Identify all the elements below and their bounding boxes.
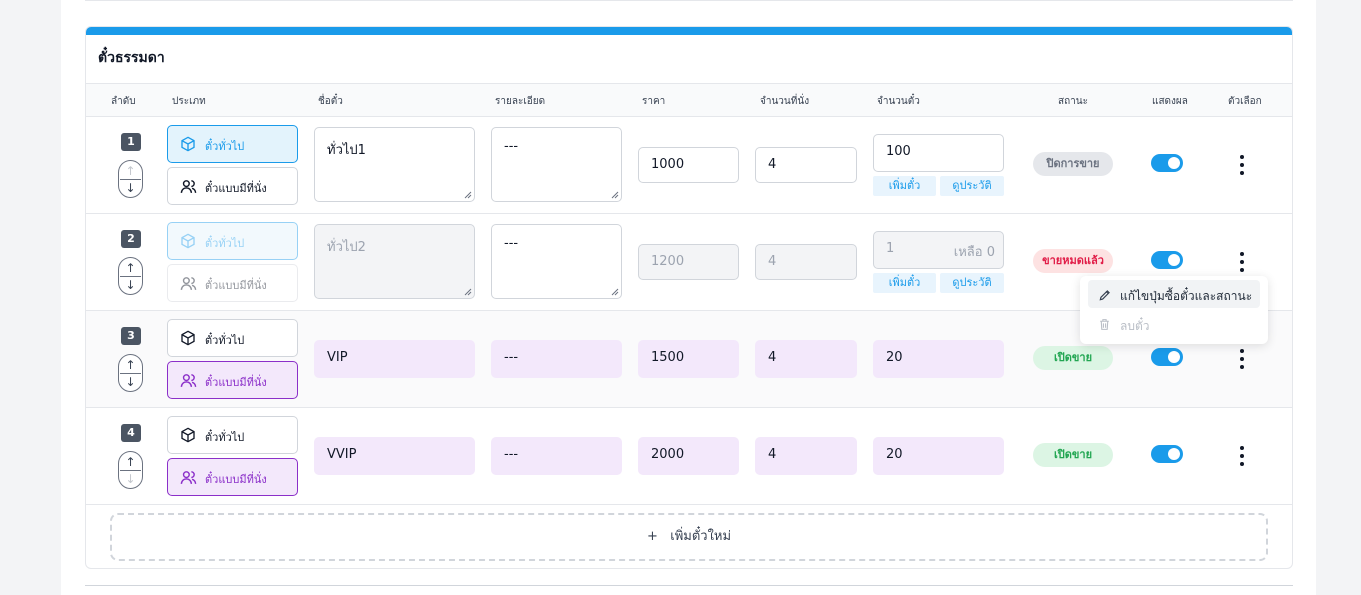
row-options-menu: แก้ไขปุ่มซื้อตั๋วและสถานะ ลบตั๋ว bbox=[1080, 276, 1268, 344]
trash-icon bbox=[1100, 319, 1109, 330]
price-input[interactable]: 1500 bbox=[638, 340, 739, 378]
box-icon bbox=[181, 136, 195, 152]
box-icon bbox=[181, 427, 195, 443]
type-option-general[interactable]: ตั๋วทั่วไป bbox=[167, 125, 298, 163]
type-option-general: ตั๋วทั่วไป bbox=[167, 222, 298, 260]
view-history-button[interactable]: ดูประวัติ bbox=[940, 176, 1004, 196]
menu-item-delete: ลบตั๋ว bbox=[1088, 310, 1260, 338]
type-option-seated: ตั๋วแบบมีที่นั่ง bbox=[167, 264, 298, 302]
users-icon bbox=[180, 374, 197, 387]
reorder-control: ↑ ↓ bbox=[118, 257, 143, 295]
table-row: 4 ↑ ↓ ตั๋วทั่วไป ตั๋วแบบมีที่นั่ง VVIP -… bbox=[86, 408, 1292, 505]
price-input[interactable]: 2000 bbox=[638, 437, 739, 475]
ticket-detail-input[interactable]: --- bbox=[491, 437, 622, 475]
resize-handle-icon[interactable] bbox=[464, 191, 472, 199]
more-options-icon[interactable] bbox=[1234, 348, 1250, 370]
quantity-input[interactable]: 20 bbox=[873, 340, 1004, 378]
plus-icon: + bbox=[646, 529, 658, 544]
section-title: ตั๋วธรรมดา bbox=[98, 50, 165, 66]
column-header-seats: จำนวนที่นั่ง bbox=[760, 96, 810, 107]
reorder-control: ↑ ↓ bbox=[118, 354, 143, 392]
order-badge: 3 bbox=[121, 327, 141, 345]
resize-handle-icon[interactable] bbox=[611, 288, 619, 296]
quantity-input[interactable]: 20 bbox=[873, 437, 1004, 475]
section-accent-bar bbox=[86, 27, 1292, 35]
price-input: 1200 bbox=[638, 244, 739, 280]
order-badge: 4 bbox=[121, 424, 141, 442]
ticket-detail-textarea[interactable]: --- bbox=[491, 127, 622, 202]
column-header-quantity: จำนวนตั๋ว bbox=[877, 96, 920, 107]
column-header-visible: แสดงผล bbox=[1152, 96, 1188, 107]
quantity-input[interactable]: 100 bbox=[873, 134, 1004, 172]
reorder-control: ↑ ↓ bbox=[118, 451, 143, 489]
users-icon bbox=[180, 471, 197, 484]
order-badge: 1 bbox=[121, 133, 141, 151]
resize-handle-icon bbox=[464, 288, 472, 296]
table-header: ลำดับ ประเภท ชื่อตั๋ว รายละเอียด ราคา จำ… bbox=[86, 83, 1292, 117]
status-badge: เปิดขาย bbox=[1033, 346, 1113, 370]
column-header-price: ราคา bbox=[642, 96, 666, 107]
more-options-icon[interactable] bbox=[1234, 445, 1250, 467]
box-icon bbox=[181, 233, 195, 249]
visibility-toggle[interactable] bbox=[1151, 154, 1183, 172]
visibility-toggle[interactable] bbox=[1151, 445, 1183, 463]
pencil-icon bbox=[1099, 290, 1110, 301]
move-up-icon[interactable]: ↑ bbox=[119, 455, 142, 469]
ticket-name-input[interactable]: VVIP bbox=[314, 437, 475, 475]
more-options-icon[interactable] bbox=[1234, 251, 1250, 273]
column-header-detail: รายละเอียด bbox=[495, 96, 546, 107]
add-stock-button[interactable]: เพิ่มตั๋ว bbox=[873, 273, 936, 293]
move-up-icon[interactable]: ↑ bbox=[119, 261, 142, 275]
move-down-icon: ↓ bbox=[125, 472, 136, 486]
resize-handle-icon[interactable] bbox=[611, 191, 619, 199]
type-option-general[interactable]: ตั๋วทั่วไป bbox=[167, 319, 298, 357]
column-header-status: สถานะ bbox=[1058, 96, 1088, 107]
reorder-control: ↑ ↓ bbox=[118, 160, 143, 198]
users-icon bbox=[180, 180, 197, 193]
type-option-seated[interactable]: ตั๋วแบบมีที่นั่ง bbox=[167, 458, 298, 496]
ticket-name-input[interactable]: VIP bbox=[314, 340, 475, 378]
move-down-icon[interactable]: ↓ bbox=[119, 375, 142, 389]
box-icon bbox=[181, 330, 195, 346]
move-up-icon[interactable]: ↑ bbox=[119, 358, 142, 372]
quantity-input: 1 เหลือ 0 bbox=[873, 231, 1004, 269]
status-badge: ปิดการขาย bbox=[1033, 152, 1113, 176]
type-option-seated[interactable]: ตั๋วแบบมีที่นั่ง bbox=[167, 167, 298, 205]
price-input[interactable]: 1000 bbox=[638, 147, 739, 183]
ticket-name-textarea[interactable]: ทั่วไป1 bbox=[314, 127, 475, 202]
divider bbox=[85, 0, 1293, 1]
seats-input: 4 bbox=[755, 244, 857, 280]
seats-input[interactable]: 4 bbox=[755, 437, 857, 475]
status-badge: เปิดขาย bbox=[1033, 443, 1113, 467]
more-options-icon[interactable] bbox=[1234, 154, 1250, 176]
ticket-name-textarea: ทั่วไป2 bbox=[314, 224, 475, 299]
move-down-icon[interactable]: ↓ bbox=[119, 181, 142, 195]
order-badge: 2 bbox=[121, 230, 141, 248]
move-up-icon: ↑ bbox=[125, 164, 136, 178]
table-row: 1 ↑ ↓ ตั๋วทั่วไป ตั๋วแบบมีที่นั่ง ทั่วไป… bbox=[86, 117, 1292, 214]
column-header-type: ประเภท bbox=[172, 96, 206, 107]
type-option-general[interactable]: ตั๋วทั่วไป bbox=[167, 416, 298, 454]
visibility-toggle[interactable] bbox=[1151, 348, 1183, 366]
ticket-detail-input[interactable]: --- bbox=[491, 340, 622, 378]
add-ticket-button[interactable]: + เพิ่มตั๋วใหม่ bbox=[110, 513, 1268, 561]
move-down-icon[interactable]: ↓ bbox=[119, 278, 142, 292]
column-header-order: ลำดับ bbox=[111, 96, 136, 107]
status-badge: ขายหมดแล้ว bbox=[1033, 249, 1113, 273]
column-header-name: ชื่อตั๋ว bbox=[318, 96, 343, 107]
type-option-seated[interactable]: ตั๋วแบบมีที่นั่ง bbox=[167, 361, 298, 399]
remaining-count: เหลือ 0 bbox=[953, 245, 995, 260]
add-stock-button[interactable]: เพิ่มตั๋ว bbox=[873, 176, 936, 196]
seats-input[interactable]: 4 bbox=[755, 340, 857, 378]
ticket-detail-textarea[interactable]: --- bbox=[491, 224, 622, 299]
users-icon bbox=[180, 277, 197, 290]
visibility-toggle[interactable] bbox=[1151, 251, 1183, 269]
seats-input[interactable]: 4 bbox=[755, 147, 857, 183]
divider bbox=[85, 585, 1293, 586]
view-history-button[interactable]: ดูประวัติ bbox=[940, 273, 1004, 293]
add-ticket-label: เพิ่มตั๋วใหม่ bbox=[670, 529, 732, 544]
menu-item-edit[interactable]: แก้ไขปุ่มซื้อตั๋วและสถานะ bbox=[1088, 280, 1260, 308]
column-header-options: ตัวเลือก bbox=[1228, 96, 1262, 107]
